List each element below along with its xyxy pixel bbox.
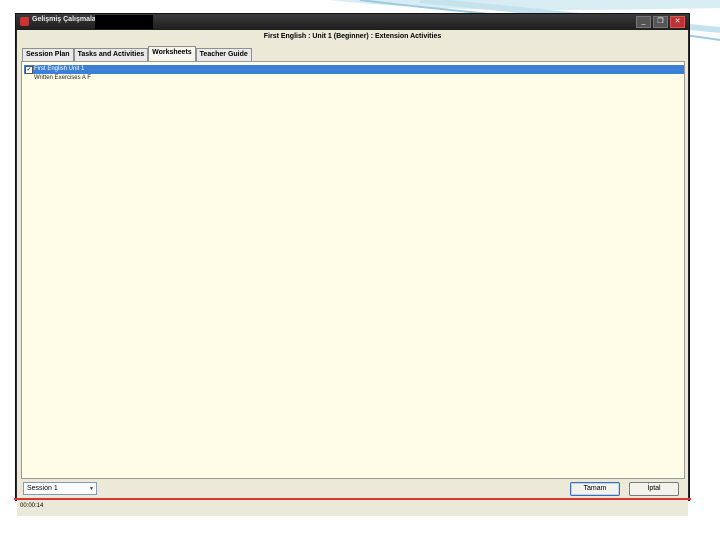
session-dropdown[interactable]: Session 1 ▼	[23, 482, 97, 495]
cancel-button[interactable]: İptal	[629, 482, 679, 496]
app-icon	[20, 17, 29, 26]
tab-strip: Session Plan Tasks and Activities Worksh…	[22, 46, 252, 61]
ok-button[interactable]: Tamam	[570, 482, 620, 496]
minimize-button[interactable]: _	[636, 16, 651, 28]
tab-session-plan[interactable]: Session Plan	[22, 48, 74, 61]
tree-item-label: First English Unit 1	[34, 66, 85, 72]
tree-item-written-exercises[interactable]: Written Exercises A F	[24, 74, 684, 83]
status-bar: 00:00:14	[17, 500, 688, 516]
window-title: Gelişmiş Çalışmalar...	[32, 16, 104, 23]
tree-item-label: Written Exercises A F	[34, 75, 91, 81]
maximize-button[interactable]: ❐	[653, 16, 668, 28]
accent-line	[14, 498, 691, 500]
close-button[interactable]: ✕	[670, 16, 685, 28]
tab-tasks-and-activities[interactable]: Tasks and Activities	[73, 48, 149, 61]
tab-teacher-guide[interactable]: Teacher Guide	[195, 48, 252, 61]
status-time: 00:00:14	[20, 503, 44, 509]
page-title: First English : Unit 1 (Beginner) : Exte…	[263, 33, 442, 40]
client-area: First English : Unit 1 (Beginner) : Exte…	[17, 30, 688, 516]
chevron-down-icon: ▼	[89, 486, 94, 492]
session-dropdown-value: Session 1	[27, 485, 58, 492]
redacted-block	[95, 15, 153, 29]
tree-item-first-english-unit1[interactable]: ✓ First English Unit 1	[24, 65, 684, 74]
app-window: Gelişmiş Çalışmalar... _ ❐ ✕ First Engli…	[15, 13, 690, 516]
tab-worksheets[interactable]: Worksheets	[148, 46, 196, 61]
checkbox[interactable]: ✓	[25, 66, 33, 74]
worksheet-tree: ✓ First English Unit 1 Written Exercises…	[21, 61, 685, 479]
title-bar[interactable]: Gelişmiş Çalışmalar... _ ❐ ✕	[16, 14, 689, 30]
